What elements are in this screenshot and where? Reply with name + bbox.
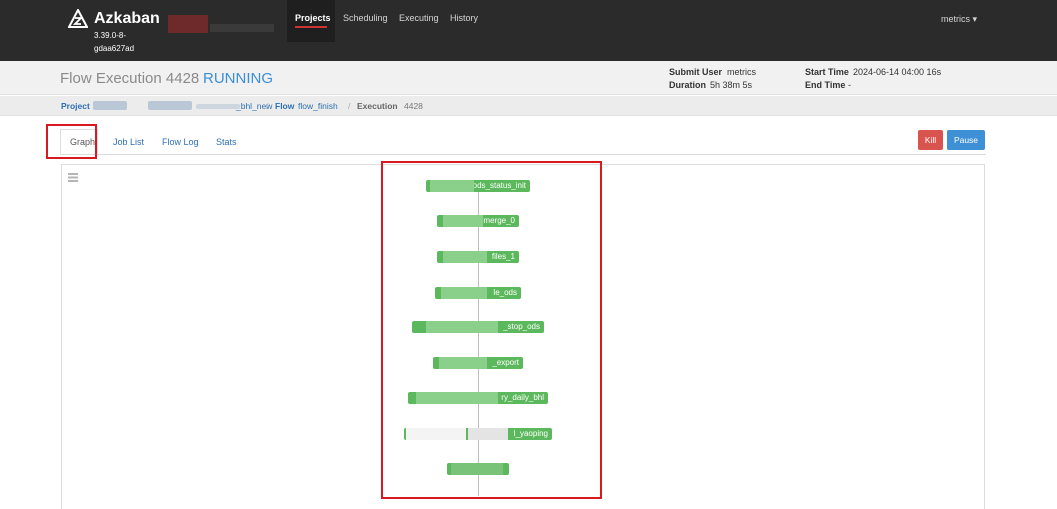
tabs-divider: [60, 154, 986, 155]
breadcrumb-separator: /: [348, 101, 351, 111]
tab-job-list[interactable]: Job List: [113, 137, 144, 147]
page-title: Flow Execution 4428: [60, 70, 200, 87]
breadcrumb-execution-label: Execution: [357, 101, 398, 111]
kill-button[interactable]: Kill: [918, 130, 943, 150]
redacted-region: [196, 104, 240, 109]
start-time-label: Start Time: [805, 67, 849, 77]
brand-name[interactable]: Azkaban: [94, 10, 160, 28]
nav-item-history[interactable]: History: [450, 13, 478, 23]
azkaban-logo-icon[interactable]: [68, 9, 88, 29]
duration-label: Duration: [669, 80, 706, 90]
brand-version: 3.39.0-8- gdaa627ad: [94, 31, 135, 53]
end-time-label: End Time: [805, 80, 846, 90]
user-menu[interactable]: metrics ▾: [941, 14, 977, 25]
redacted-region: [210, 24, 274, 32]
breadcrumb-flow-name[interactable]: flow_finish: [298, 101, 338, 111]
redacted-region: [168, 15, 208, 33]
list-view-icon[interactable]: [68, 173, 78, 182]
redacted-region: [148, 101, 192, 110]
submit-user-label: Submit User: [669, 67, 723, 77]
execution-status: RUNNING: [203, 70, 273, 87]
duration-value: 5h 38m 5s: [710, 80, 753, 90]
breadcrumb-project-label[interactable]: Project: [61, 101, 90, 111]
pause-button[interactable]: Pause: [947, 130, 985, 150]
nav-item-scheduling[interactable]: Scheduling: [343, 13, 388, 23]
highlight-box-graph-tab: [46, 124, 97, 159]
breadcrumb-separator: /: [266, 101, 269, 111]
end-time-value: -: [848, 80, 851, 90]
nav-item-executing[interactable]: Executing: [399, 13, 439, 23]
tab-flow-log[interactable]: Flow Log: [162, 137, 199, 147]
highlight-box-graph-area: [381, 161, 602, 499]
nav-item-projects[interactable]: Projects: [295, 13, 331, 23]
nav-active-underline: [295, 26, 327, 28]
start-time-value: 2024-06-14 04:00 16s: [853, 67, 942, 77]
breadcrumb-flow-label[interactable]: Flow: [275, 101, 294, 111]
tab-stats[interactable]: Stats: [216, 137, 237, 147]
breadcrumb-execution-id: 4428: [404, 101, 423, 111]
redacted-region: [93, 101, 127, 110]
submit-user-value: metrics: [727, 67, 756, 77]
